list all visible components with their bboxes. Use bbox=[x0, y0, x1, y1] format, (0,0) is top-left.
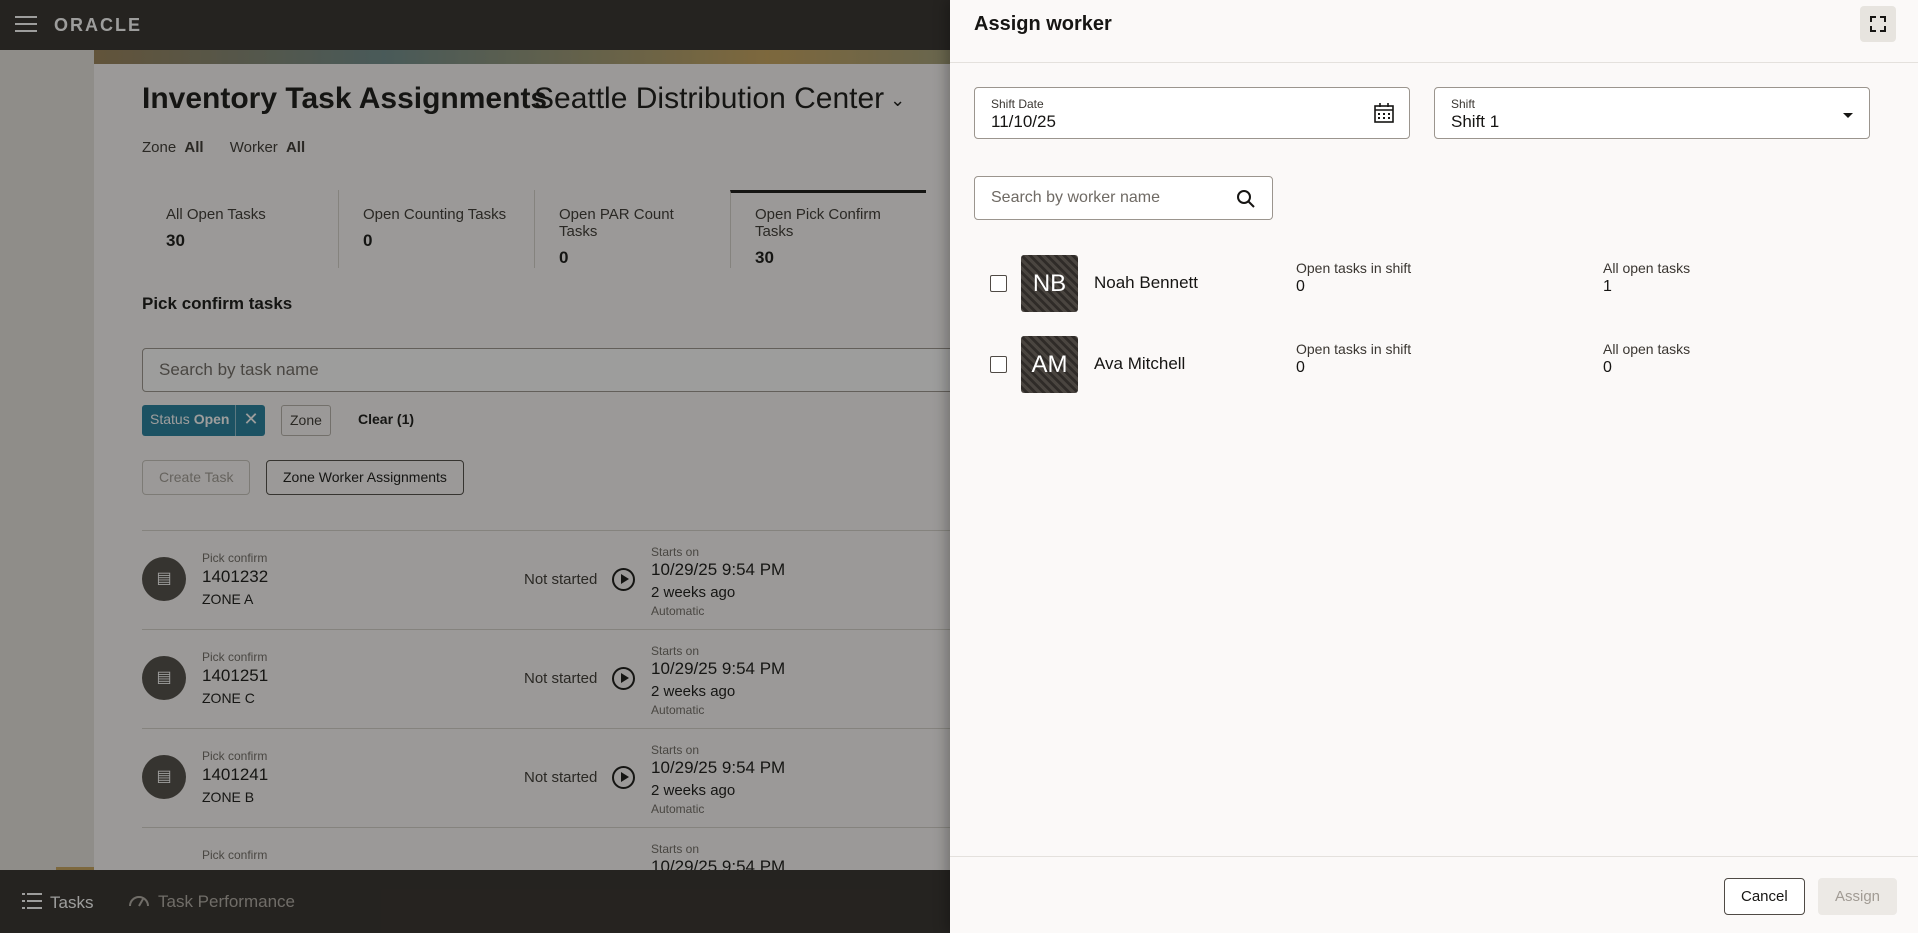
drawer-title: Assign worker bbox=[974, 13, 1112, 35]
shift-date-value: 11/10/25 bbox=[991, 112, 1056, 131]
shift-date-label: Shift Date bbox=[991, 97, 1044, 111]
expand-icon bbox=[1870, 16, 1886, 32]
worker-search-input[interactable]: Search by worker name bbox=[974, 176, 1273, 220]
worker-search-placeholder: Search by worker name bbox=[991, 189, 1160, 206]
avatar: AM bbox=[1021, 336, 1078, 393]
all-open-tasks: All open tasks 0 bbox=[1603, 341, 1690, 377]
all-open-value: 1 bbox=[1603, 278, 1612, 295]
drawer-footer: Cancel Assign bbox=[950, 856, 1918, 933]
modal-scrim[interactable] bbox=[0, 0, 950, 933]
assign-button[interactable]: Assign bbox=[1818, 878, 1898, 915]
shift-select[interactable]: Shift Shift 1 bbox=[1434, 87, 1870, 139]
worker-name: Ava Mitchell bbox=[1094, 354, 1186, 373]
avatar: NB bbox=[1021, 255, 1078, 312]
open-shift-value: 0 bbox=[1296, 359, 1305, 376]
expand-button[interactable] bbox=[1860, 6, 1896, 42]
worker-checkbox[interactable] bbox=[990, 275, 1007, 292]
all-open-value: 0 bbox=[1603, 359, 1612, 376]
all-open-label: All open tasks bbox=[1603, 341, 1691, 357]
open-tasks-in-shift: Open tasks in shift 0 bbox=[1296, 341, 1411, 377]
worker-row[interactable]: NB Noah Bennett Open tasks in shift 0 Al… bbox=[974, 254, 1874, 314]
worker-name: Noah Bennett bbox=[1094, 273, 1198, 292]
drawer-header: Assign worker bbox=[950, 0, 1918, 63]
worker-row[interactable]: AM Ava Mitchell Open tasks in shift 0 Al… bbox=[974, 335, 1874, 395]
shift-label: Shift bbox=[1451, 97, 1476, 111]
caret-down-icon[interactable] bbox=[1841, 108, 1855, 126]
shift-date-field[interactable]: Shift Date 11/10/25 bbox=[974, 87, 1410, 139]
open-shift-value: 0 bbox=[1296, 278, 1305, 295]
calendar-icon[interactable] bbox=[1373, 102, 1395, 129]
assign-worker-drawer: Assign worker Shift Date 11/10/25 Shift … bbox=[950, 0, 1918, 933]
cancel-button[interactable]: Cancel bbox=[1724, 878, 1805, 915]
open-shift-label: Open tasks in shift bbox=[1296, 260, 1412, 276]
all-open-label: All open tasks bbox=[1603, 260, 1691, 276]
worker-checkbox[interactable] bbox=[990, 356, 1007, 373]
search-icon[interactable] bbox=[1236, 189, 1256, 214]
shift-value: Shift 1 bbox=[1451, 112, 1500, 131]
open-tasks-in-shift: Open tasks in shift 0 bbox=[1296, 260, 1411, 296]
open-shift-label: Open tasks in shift bbox=[1296, 341, 1412, 357]
all-open-tasks: All open tasks 1 bbox=[1603, 260, 1690, 296]
